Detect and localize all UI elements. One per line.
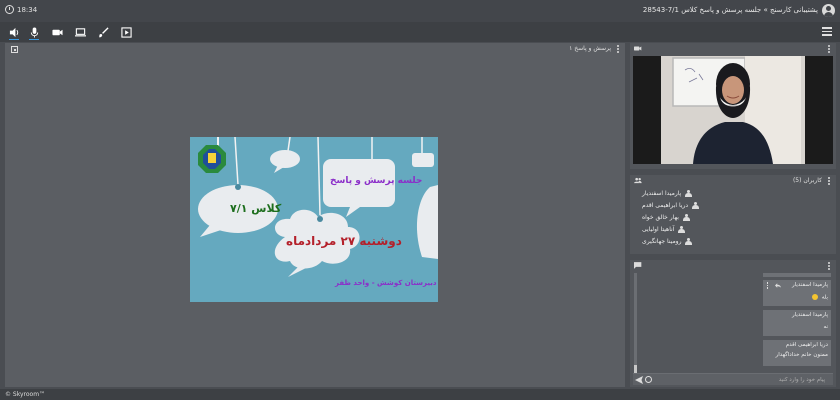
- user-row[interactable]: دریا ابراهیمی اقدم: [642, 199, 832, 211]
- speaker-active-indicator: [9, 38, 19, 40]
- person-icon: [692, 201, 700, 209]
- chat-panel: پارمیدا اسفندیار بله پارمیدا اسفندیار نه…: [630, 260, 836, 387]
- message-text: ممنون خانم خداداگهدار: [775, 352, 828, 358]
- message-author: پارمیدا اسفندیار: [792, 312, 828, 318]
- chat-messages[interactable]: پارمیدا اسفندیار بله پارمیدا اسفندیار نه…: [633, 273, 833, 373]
- user-name: رومینا جهانگیری: [642, 237, 682, 245]
- user-name: آناهیتا اولیایی: [642, 225, 675, 233]
- stage-label: پرسش و پاسخ ۱: [569, 45, 611, 52]
- chat-panel-header: [630, 260, 836, 271]
- slide-line-1: جلسه پرسش و پاسخ: [330, 176, 423, 186]
- toolbar: [0, 22, 840, 42]
- emoji-icon: [811, 294, 818, 300]
- chat-message-input[interactable]: [655, 375, 825, 385]
- chat-message[interactable]: پارمیدا اسفندیار نه: [763, 310, 831, 336]
- person-icon: [682, 213, 690, 221]
- clock-time: 18:34: [17, 5, 38, 14]
- brush-icon: [98, 26, 109, 37]
- chat-input-bar: [633, 373, 833, 385]
- slide-button[interactable]: [119, 25, 133, 39]
- person-icon: [685, 189, 693, 197]
- video-panel-header: [630, 43, 836, 54]
- user-row[interactable]: بهار خالق خواه: [642, 211, 832, 223]
- slide-artwork: [190, 137, 438, 302]
- users-group-icon: [634, 177, 642, 184]
- webcam-video[interactable]: [633, 56, 833, 164]
- clock: 18:34: [5, 5, 37, 14]
- footer: © Skyroom™: [0, 389, 840, 400]
- video-camera-icon: [634, 46, 642, 51]
- video-panel: [630, 43, 836, 169]
- hamburger-menu-icon[interactable]: [822, 27, 832, 36]
- chat-message[interactable]: پارمیدا اسفندیار بله: [763, 280, 831, 306]
- message-menu-icon[interactable]: [766, 282, 768, 289]
- room-title: پشتیبانی کارسنج » جلسه پرسش و پاسخ کلاس …: [642, 6, 818, 14]
- person-icon: [678, 225, 686, 233]
- speaker-button[interactable]: [7, 25, 21, 40]
- message-author: دریا ابراهیمی اقدم: [785, 342, 828, 348]
- brush-button[interactable]: [96, 25, 110, 39]
- chat-panel-menu-icon[interactable]: [828, 262, 830, 270]
- users-count-label: کاربران (5): [792, 177, 822, 184]
- user-name: دریا ابراهیمی اقدم: [642, 201, 689, 209]
- slide-icon: [120, 26, 132, 38]
- presentation-slide: جلسه پرسش و پاسخ کلاس ۷/۱ دوشنبه ۲۷ مردا…: [190, 137, 438, 302]
- chat-message[interactable]: دریا ابراهیمی اقدم ممنون خانم خداداگهدار: [763, 340, 831, 366]
- chat-scrollbar-thumb[interactable]: [634, 365, 637, 373]
- top-bar: 18:34 پشتیبانی کارسنج » جلسه پرسش و پاسخ…: [0, 0, 840, 22]
- message-text: بله: [766, 294, 828, 301]
- microphone-active-indicator: [29, 38, 39, 40]
- webcam-frame: [633, 56, 833, 164]
- presentation-stage: پرسش و پاسخ ۱ جلسه پرسش و پاسخ کلاس ۷/۱ …: [5, 43, 625, 387]
- stage-menu-icon[interactable]: [617, 45, 619, 53]
- screen-share-icon: [74, 27, 86, 36]
- user-row[interactable]: رومینا جهانگیری: [642, 235, 832, 247]
- clock-icon: [5, 5, 14, 14]
- account-icon[interactable]: [822, 4, 835, 17]
- message-text: نه: [823, 324, 828, 330]
- skyroom-brand: © Skyroom™: [5, 391, 46, 398]
- chat-scrollbar[interactable]: [634, 273, 637, 373]
- microphone-icon: [30, 26, 38, 38]
- expand-icon[interactable]: [11, 46, 18, 53]
- screen-share-button[interactable]: [73, 25, 87, 39]
- stage-header: پرسش و پاسخ ۱: [5, 43, 625, 54]
- reply-icon[interactable]: [775, 283, 781, 288]
- user-name: بهار خالق خواه: [642, 213, 679, 221]
- user-name: پارمیدا اسفندیار: [642, 189, 682, 197]
- video-panel-menu-icon[interactable]: [828, 45, 830, 53]
- user-row[interactable]: آناهیتا اولیایی: [642, 223, 832, 235]
- users-panel-menu-icon[interactable]: [828, 177, 830, 185]
- users-panel-header: کاربران (5): [630, 175, 836, 186]
- camera-icon: [51, 29, 63, 35]
- send-icon[interactable]: [635, 376, 643, 384]
- slide-line-2: کلاس ۷/۱: [230, 202, 282, 215]
- speaker-icon: [9, 27, 18, 37]
- users-panel: کاربران (5) پارمیدا اسفندیار دریا ابراهی…: [630, 175, 836, 254]
- emoji-picker-icon[interactable]: [645, 376, 652, 383]
- microphone-button[interactable]: [27, 25, 41, 40]
- slide-line-4: دبیرستان کوشش - واحد ظفر: [335, 279, 437, 287]
- chat-bubble-icon: [634, 262, 642, 269]
- message-body: بله: [821, 294, 828, 301]
- camera-button[interactable]: [50, 25, 64, 39]
- person-icon: [685, 237, 693, 245]
- slide-line-3: دوشنبه ۲۷ مردادماه: [286, 234, 402, 248]
- chat-message-partial: [763, 273, 831, 277]
- user-row[interactable]: پارمیدا اسفندیار: [642, 187, 832, 199]
